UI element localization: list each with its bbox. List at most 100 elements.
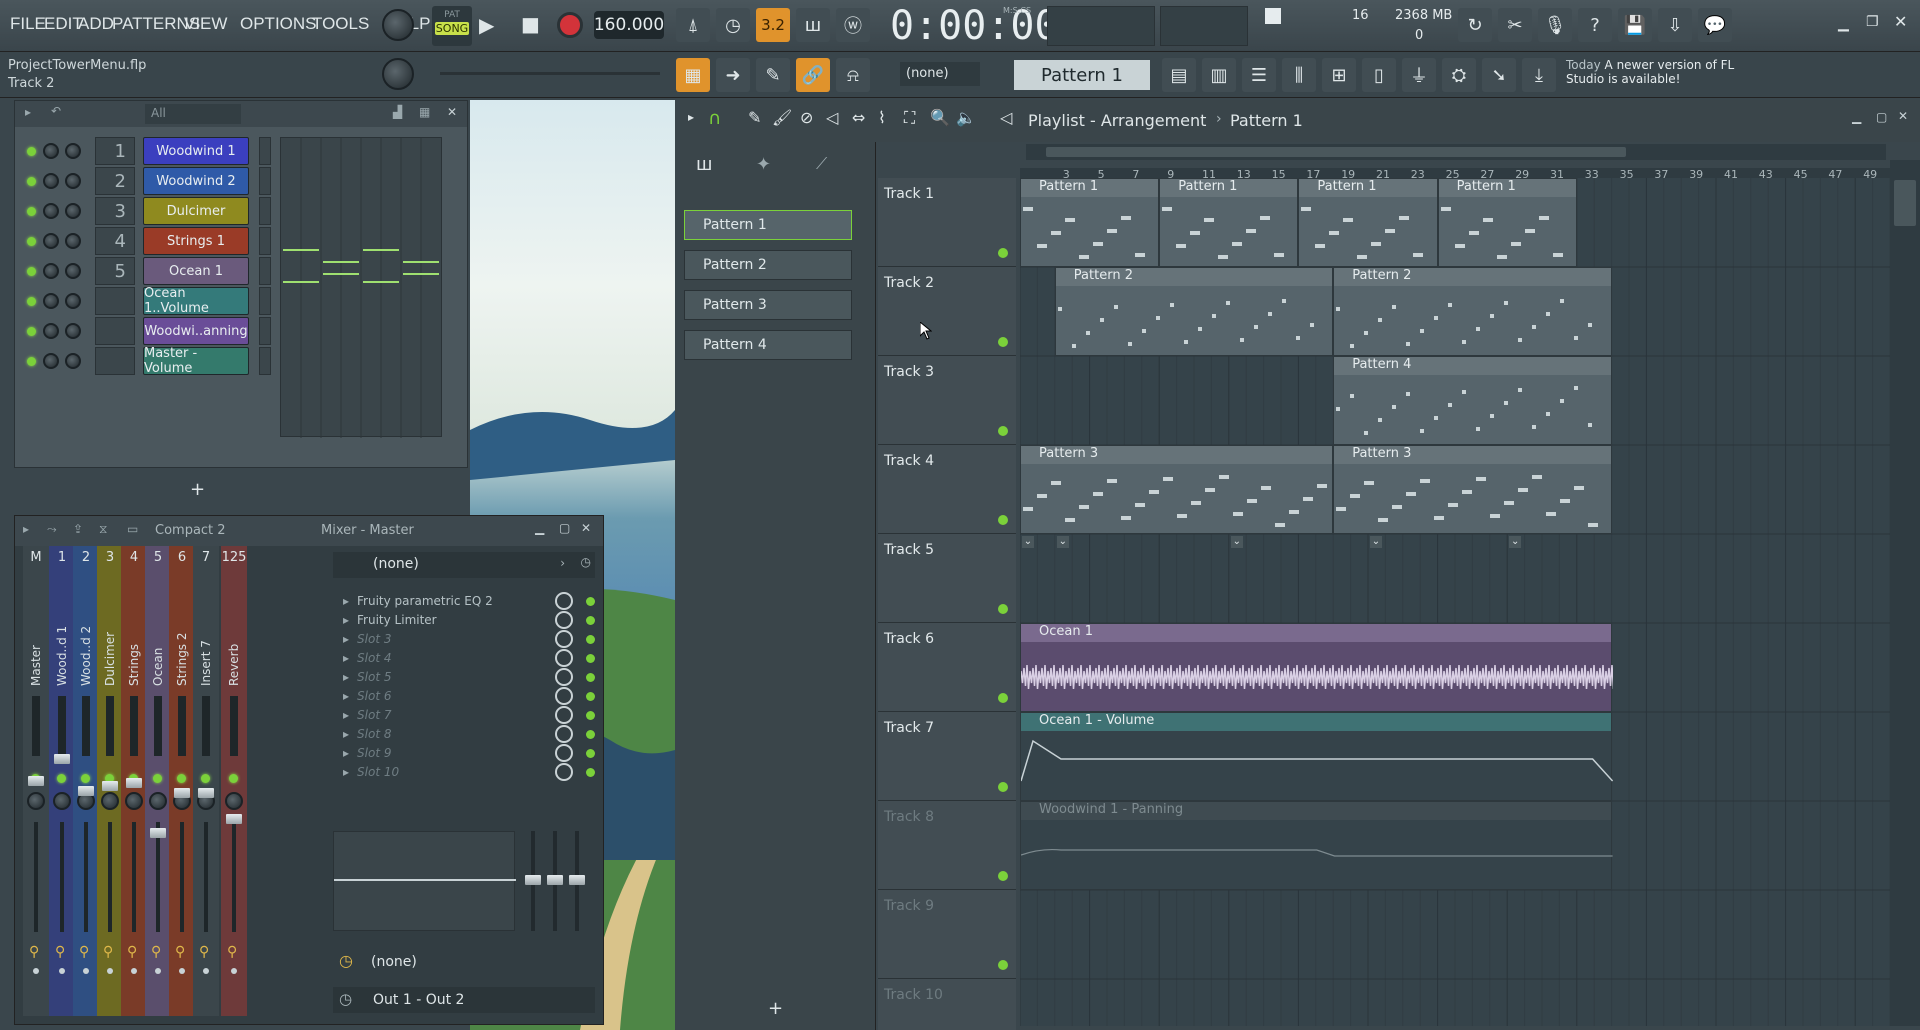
strip-dot-icon[interactable] <box>83 968 89 974</box>
picker-piano-icon[interactable]: ш <box>696 154 724 175</box>
strip-route-icon[interactable]: ⚲ <box>127 944 137 960</box>
track-marker-icon[interactable]: ⌄ <box>1056 536 1069 548</box>
channel-name[interactable]: Dulcimer <box>143 197 249 225</box>
channel-pan-knob[interactable] <box>65 233 81 249</box>
track-enable-led[interactable] <box>998 871 1008 881</box>
tempo-display[interactable]: 160.000 <box>594 11 664 39</box>
strip-dot-icon[interactable] <box>179 968 185 974</box>
step-grid[interactable] <box>280 137 442 438</box>
strip-volume-fader[interactable] <box>198 788 214 798</box>
channel-pan-knob[interactable] <box>65 143 81 159</box>
add-pattern-button[interactable]: + <box>768 998 783 1019</box>
track-marker-icon[interactable]: ⌄ <box>1022 536 1034 548</box>
countdown-icon[interactable]: 3.2 <box>756 8 790 42</box>
strip-volume-fader[interactable] <box>126 778 142 788</box>
render-icon[interactable]: ⇩ <box>1658 8 1692 42</box>
channel-pan-knob[interactable] <box>65 353 81 369</box>
strip-pan-knob[interactable] <box>27 792 45 810</box>
channel-number[interactable] <box>95 347 135 375</box>
channel-select-bar[interactable] <box>259 137 271 165</box>
mixer-strip[interactable]: 3 Dulcimer ⚲ <box>97 546 123 1016</box>
track-marker-icon[interactable]: ⌄ <box>1509 536 1522 548</box>
vertical-scrollbar[interactable] <box>1890 160 1920 1026</box>
playlist-clip[interactable]: Pattern 1 <box>1159 178 1299 267</box>
mixer-maximize-icon[interactable]: ▢ <box>559 521 570 535</box>
track-enable-led[interactable] <box>998 515 1008 525</box>
slice-tool-icon[interactable]: ⌇ <box>878 108 886 127</box>
channel-rack-icon[interactable]: ☰ <box>1242 58 1276 92</box>
help-icon[interactable]: ? <box>1578 8 1612 42</box>
playlist-menu-arrow-icon[interactable]: ▸ <box>688 110 694 124</box>
channel-number[interactable]: 2 <box>95 167 135 195</box>
strip-dot-icon[interactable] <box>155 968 161 974</box>
playlist-clip[interactable]: Pattern 3 <box>1333 445 1612 534</box>
channel-mute-led[interactable] <box>27 327 36 336</box>
slot-enable-led[interactable] <box>586 634 595 644</box>
wait-input-icon[interactable]: ◷ <box>716 8 750 42</box>
track-header[interactable]: Track 10 <box>878 979 1016 1030</box>
slot-mix-knob[interactable] <box>555 649 573 667</box>
slip-tool-icon[interactable]: ⇔ <box>852 108 865 127</box>
slot-enable-led[interactable] <box>586 748 595 758</box>
playlist-clip[interactable]: Ocean 1 - Volume <box>1020 712 1613 801</box>
zoom-tool-icon[interactable]: 🔍 <box>930 108 950 127</box>
mixer-strip[interactable]: 125 Reverb ⚲ <box>221 546 247 1016</box>
playlist-clip[interactable]: Woodwind 1 - Panning <box>1020 801 1613 890</box>
browser-icon[interactable]: ⊞ <box>1322 58 1356 92</box>
snap-select[interactable]: (none) <box>900 62 980 86</box>
playlist-speaker-icon[interactable]: ◁ <box>1000 108 1012 127</box>
mixer-close-icon[interactable]: ✕ <box>581 521 591 535</box>
playlist-grid[interactable]: Pattern 1 Pattern 1 Pattern 1 Pattern 1 Patt… <box>1020 178 1890 1026</box>
strip-dot-icon[interactable] <box>59 968 65 974</box>
channel-name[interactable]: Ocean 1..Volume <box>143 286 249 316</box>
channel-select-bar[interactable] <box>259 257 271 285</box>
strip-route-icon[interactable]: ⚲ <box>103 944 113 960</box>
channel-pan-knob[interactable] <box>65 203 81 219</box>
slot-mix-knob[interactable] <box>555 744 573 762</box>
slot-enable-led[interactable] <box>586 596 595 606</box>
strip-dot-icon[interactable] <box>203 968 209 974</box>
track-enable-led[interactable] <box>998 604 1008 614</box>
menu-tools[interactable]: TOOLS <box>312 14 369 34</box>
track-enable-led[interactable] <box>998 248 1008 258</box>
track-enable-led[interactable] <box>998 782 1008 792</box>
output-select[interactable]: ◷ Out 1 - Out 2 <box>333 987 595 1013</box>
track-enable-led[interactable] <box>998 693 1008 703</box>
channel-select-bar[interactable] <box>259 317 271 345</box>
channel-mute-led[interactable] <box>27 237 36 246</box>
slot-mix-knob[interactable] <box>555 592 573 610</box>
mixer-arrow-icon[interactable]: ⤳ <box>47 522 57 537</box>
master-pitch-knob[interactable] <box>382 58 414 90</box>
play-icon[interactable]: ▶ <box>479 13 494 37</box>
channel-volume-knob[interactable] <box>43 263 59 279</box>
effect-slot[interactable]: ▸ Slot 10 <box>333 761 595 783</box>
master-volume-knob[interactable] <box>382 9 414 41</box>
rack-undo-icon[interactable]: ↶ <box>51 104 61 118</box>
track-header[interactable]: Track 1 <box>878 178 1016 267</box>
channel-pan-knob[interactable] <box>65 173 81 189</box>
track-enable-led[interactable] <box>998 426 1008 436</box>
strip-volume-fader[interactable] <box>226 814 242 824</box>
slot-enable-led[interactable] <box>586 672 595 682</box>
picker-audio-icon[interactable]: ✦ <box>756 154 771 175</box>
arrow-right-icon[interactable]: ➜ <box>716 58 750 92</box>
slot-mix-knob[interactable] <box>555 725 573 743</box>
track-enable-led[interactable] <box>998 960 1008 970</box>
horizontal-scrollbar[interactable] <box>1026 144 1886 160</box>
menu-options[interactable]: OPTIONS <box>240 14 317 34</box>
strip-route-icon[interactable]: ⚲ <box>55 944 65 960</box>
channel-volume-knob[interactable] <box>43 323 59 339</box>
channel-number[interactable] <box>95 317 135 345</box>
channel-number[interactable] <box>95 287 135 315</box>
insert-preset-bar[interactable]: (none) › ◷ <box>333 552 595 578</box>
channel-mute-led[interactable] <box>27 207 36 216</box>
strip-enable-led[interactable] <box>229 774 238 783</box>
channel-filter-select[interactable]: All <box>145 104 241 124</box>
channel-mute-led[interactable] <box>27 267 36 276</box>
microphone-icon[interactable]: 🎙 <box>1538 8 1572 42</box>
snap-magnet-icon[interactable]: ∩ <box>708 108 721 129</box>
loop-record-icon[interactable]: ⓦ <box>836 8 870 42</box>
graph-editor-icon[interactable]: ▟ <box>393 105 402 119</box>
pattern-item[interactable]: Pattern 3 <box>684 290 852 320</box>
track-header[interactable]: Track 5 <box>878 534 1016 623</box>
